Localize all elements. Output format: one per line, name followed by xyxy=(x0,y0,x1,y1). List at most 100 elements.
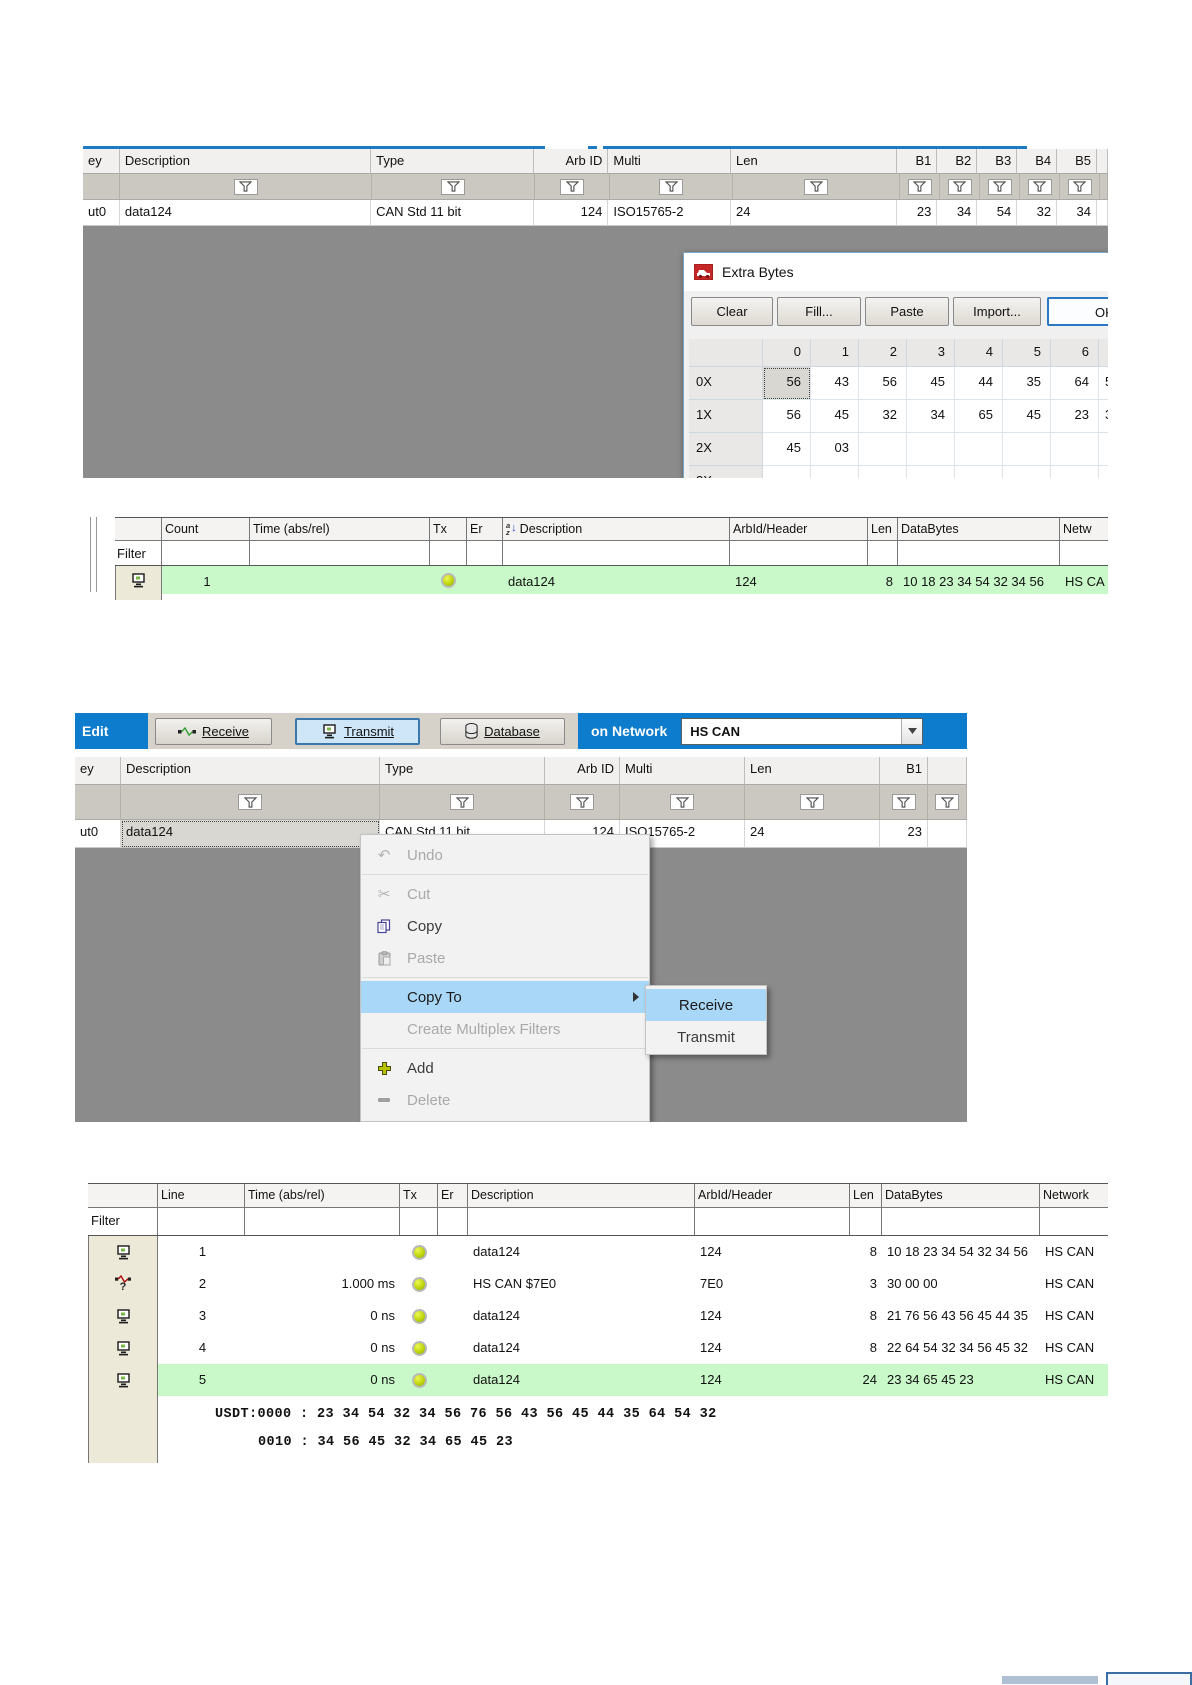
col-type[interactable]: Type xyxy=(371,149,534,174)
cell-line[interactable]: 4 xyxy=(158,1332,245,1364)
cell-len[interactable]: 24 xyxy=(850,1364,882,1396)
byte-cell[interactable] xyxy=(811,466,859,478)
col-description[interactable]: Description xyxy=(121,757,380,785)
filter-funnel-icon[interactable] xyxy=(800,794,824,810)
cell-b1[interactable]: 23 xyxy=(880,820,928,848)
cell-arbid[interactable]: 124 xyxy=(695,1364,850,1396)
import-button[interactable]: Import... xyxy=(953,297,1041,326)
byte-cell[interactable] xyxy=(955,433,1003,466)
col-count[interactable]: Count xyxy=(162,518,250,540)
cell-network[interactable]: HS CA xyxy=(1060,566,1108,594)
filter-funnel-icon[interactable] xyxy=(670,794,694,810)
byte-cell[interactable]: 45 xyxy=(811,400,859,433)
cell-count[interactable]: 1 xyxy=(162,566,250,594)
cell-b1[interactable]: 23 xyxy=(897,200,938,226)
byte-cell[interactable] xyxy=(859,466,907,478)
cell-multi[interactable]: ISO15765-2 xyxy=(608,200,731,226)
col-network[interactable]: Network xyxy=(1040,1184,1108,1207)
cell-description[interactable]: data124 xyxy=(503,566,730,594)
col-time[interactable]: Time (abs/rel) xyxy=(250,518,430,540)
dialog-titlebar[interactable]: Extra Bytes xyxy=(684,253,1108,291)
filter-funnel-icon[interactable] xyxy=(238,794,262,810)
byte-cell[interactable]: 44 xyxy=(955,367,1003,400)
byte-cell[interactable]: 64 xyxy=(1051,367,1099,400)
filter-description[interactable] xyxy=(468,1208,695,1235)
col-tx[interactable]: Tx xyxy=(400,1184,438,1207)
cell-len[interactable]: 24 xyxy=(730,200,898,226)
cell-len[interactable]: 8 xyxy=(868,566,898,594)
filter-b4[interactable] xyxy=(1020,174,1060,200)
byte-cell[interactable]: 35 xyxy=(1003,367,1051,400)
cell-er[interactable] xyxy=(438,1364,468,1396)
cell-time[interactable] xyxy=(250,566,430,594)
col-multi[interactable]: Multi xyxy=(608,149,731,174)
col-b1[interactable]: B1 xyxy=(897,149,938,174)
cell-network[interactable]: HS CAN xyxy=(1040,1332,1108,1364)
submenu-item-receive[interactable]: Receive xyxy=(646,989,766,1021)
filter-er[interactable] xyxy=(467,541,503,565)
tab-edit[interactable]: Edit xyxy=(75,713,148,749)
transmit-button[interactable]: Transmit xyxy=(295,717,420,745)
cell-line[interactable]: 5 xyxy=(158,1364,245,1396)
filter-line[interactable] xyxy=(158,1208,245,1235)
message-row-highlighted[interactable]: 5 0 ns data124 124 24 23 34 65 45 23 HS … xyxy=(88,1364,1108,1396)
byte-cell[interactable] xyxy=(955,466,1003,478)
message-row[interactable]: ut0 data124 CAN Std 11 bit 124 ISO15765-… xyxy=(83,200,1108,226)
byte-cell[interactable] xyxy=(1003,433,1051,466)
filter-b5[interactable] xyxy=(1060,174,1100,200)
cell-network[interactable]: HS CAN xyxy=(1040,1268,1108,1300)
byte-cell[interactable]: 45 xyxy=(763,433,811,466)
cell-description[interactable]: HS CAN $7E0 xyxy=(468,1268,695,1300)
cell-time[interactable]: 1.000 ms xyxy=(245,1268,400,1300)
filter-funnel-icon[interactable] xyxy=(1067,178,1092,195)
cell-arbid[interactable]: 124 xyxy=(730,566,868,594)
message-row[interactable]: ? 2 1.000 ms HS CAN $7E0 7E0 3 30 00 00 … xyxy=(88,1268,1108,1300)
filter-description[interactable] xyxy=(121,785,380,820)
filter-b1[interactable] xyxy=(900,174,940,200)
cell-time[interactable]: 0 ns xyxy=(245,1300,400,1332)
filter-funnel-icon[interactable] xyxy=(891,794,916,810)
filter-funnel-icon[interactable] xyxy=(233,178,258,195)
filter-len[interactable] xyxy=(745,785,880,820)
cell-line[interactable]: 1 xyxy=(158,1236,245,1268)
col-description[interactable]: Description xyxy=(468,1184,695,1207)
col-key[interactable]: ey xyxy=(83,149,120,174)
filter-multi[interactable] xyxy=(620,785,745,820)
filter-arbid[interactable] xyxy=(545,785,620,820)
col-databytes[interactable]: DataBytes xyxy=(882,1184,1040,1207)
cell-er[interactable] xyxy=(438,1300,468,1332)
byte-cell[interactable]: 32 xyxy=(859,400,907,433)
cell-len[interactable]: 8 xyxy=(850,1332,882,1364)
col-line[interactable]: Line xyxy=(158,1184,245,1207)
cell-description[interactable]: data124 xyxy=(468,1364,695,1396)
col-description[interactable]: a z ↓ Description xyxy=(503,518,730,540)
filter-funnel-icon[interactable] xyxy=(570,794,594,810)
col-er[interactable]: Er xyxy=(438,1184,468,1207)
filter-len[interactable] xyxy=(850,1208,882,1235)
col-len[interactable]: Len xyxy=(868,518,898,540)
filter-funnel-icon[interactable] xyxy=(947,178,972,195)
splitter-line[interactable] xyxy=(96,517,97,592)
cell-key[interactable]: ut0 xyxy=(83,200,120,226)
cell-type[interactable]: CAN Std 11 bit xyxy=(371,200,534,226)
cell-b5[interactable]: 34 xyxy=(1057,200,1097,226)
byte-cell[interactable] xyxy=(1003,466,1051,478)
cell-databytes[interactable]: 10 18 23 34 54 32 34 56 xyxy=(898,566,1060,594)
cell-len[interactable]: 24 xyxy=(745,820,880,848)
byte-cell[interactable]: 56 xyxy=(859,367,907,400)
col-len[interactable]: Len xyxy=(730,149,898,174)
filter-databytes[interactable] xyxy=(898,541,1060,565)
cell-network[interactable]: HS CAN xyxy=(1040,1364,1108,1396)
col-b5[interactable]: B5 xyxy=(1057,149,1097,174)
menu-item-copy-to[interactable]: Copy To xyxy=(361,981,649,1013)
filter-description[interactable] xyxy=(120,174,372,200)
col-multi[interactable]: Multi xyxy=(620,757,745,785)
filter-tx[interactable] xyxy=(430,541,467,565)
filter-b1[interactable] xyxy=(880,785,928,820)
cell-b4[interactable]: 32 xyxy=(1017,200,1058,226)
byte-cell[interactable] xyxy=(763,466,811,478)
filter-count[interactable] xyxy=(162,541,250,565)
cell-arbid[interactable]: 124 xyxy=(695,1236,850,1268)
col-len[interactable]: Len xyxy=(745,757,880,785)
clear-button[interactable]: Clear xyxy=(691,297,773,326)
